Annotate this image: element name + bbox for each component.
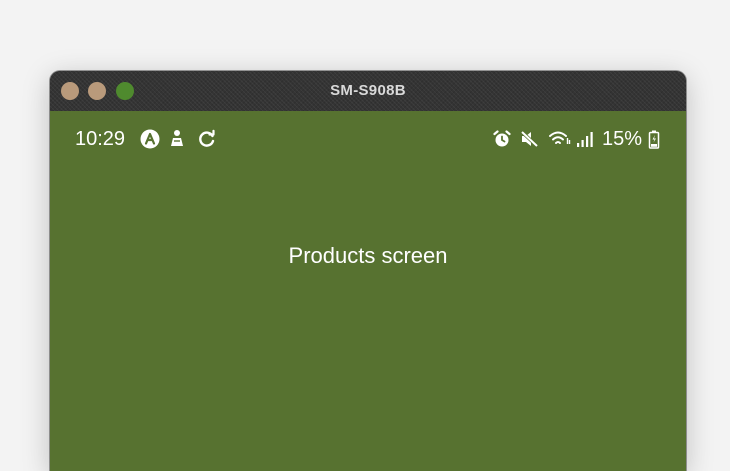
- products-screen-title: Products screen: [288, 243, 448, 268]
- status-bar: 10:29 15%: [50, 126, 686, 152]
- emulator-window: SM-S908B 10:29 15% Products screen: [50, 71, 686, 471]
- sync-icon: [199, 129, 215, 147]
- battery-percentage: 15%: [602, 128, 643, 150]
- battery-icon: [648, 130, 660, 149]
- status-clock: 10:29: [75, 128, 126, 150]
- mute-icon: [520, 130, 539, 148]
- alarm-icon: [493, 130, 511, 147]
- wifi-icon: [549, 131, 571, 144]
- signal-icon: [577, 132, 593, 147]
- window-title: SM-S908B: [330, 82, 406, 99]
- title-bar[interactable]: SM-S908B: [50, 71, 686, 111]
- notification-icon: [171, 130, 183, 146]
- device-screen: 10:29 15% Products screen: [50, 111, 686, 471]
- app-a-icon: [140, 129, 160, 149]
